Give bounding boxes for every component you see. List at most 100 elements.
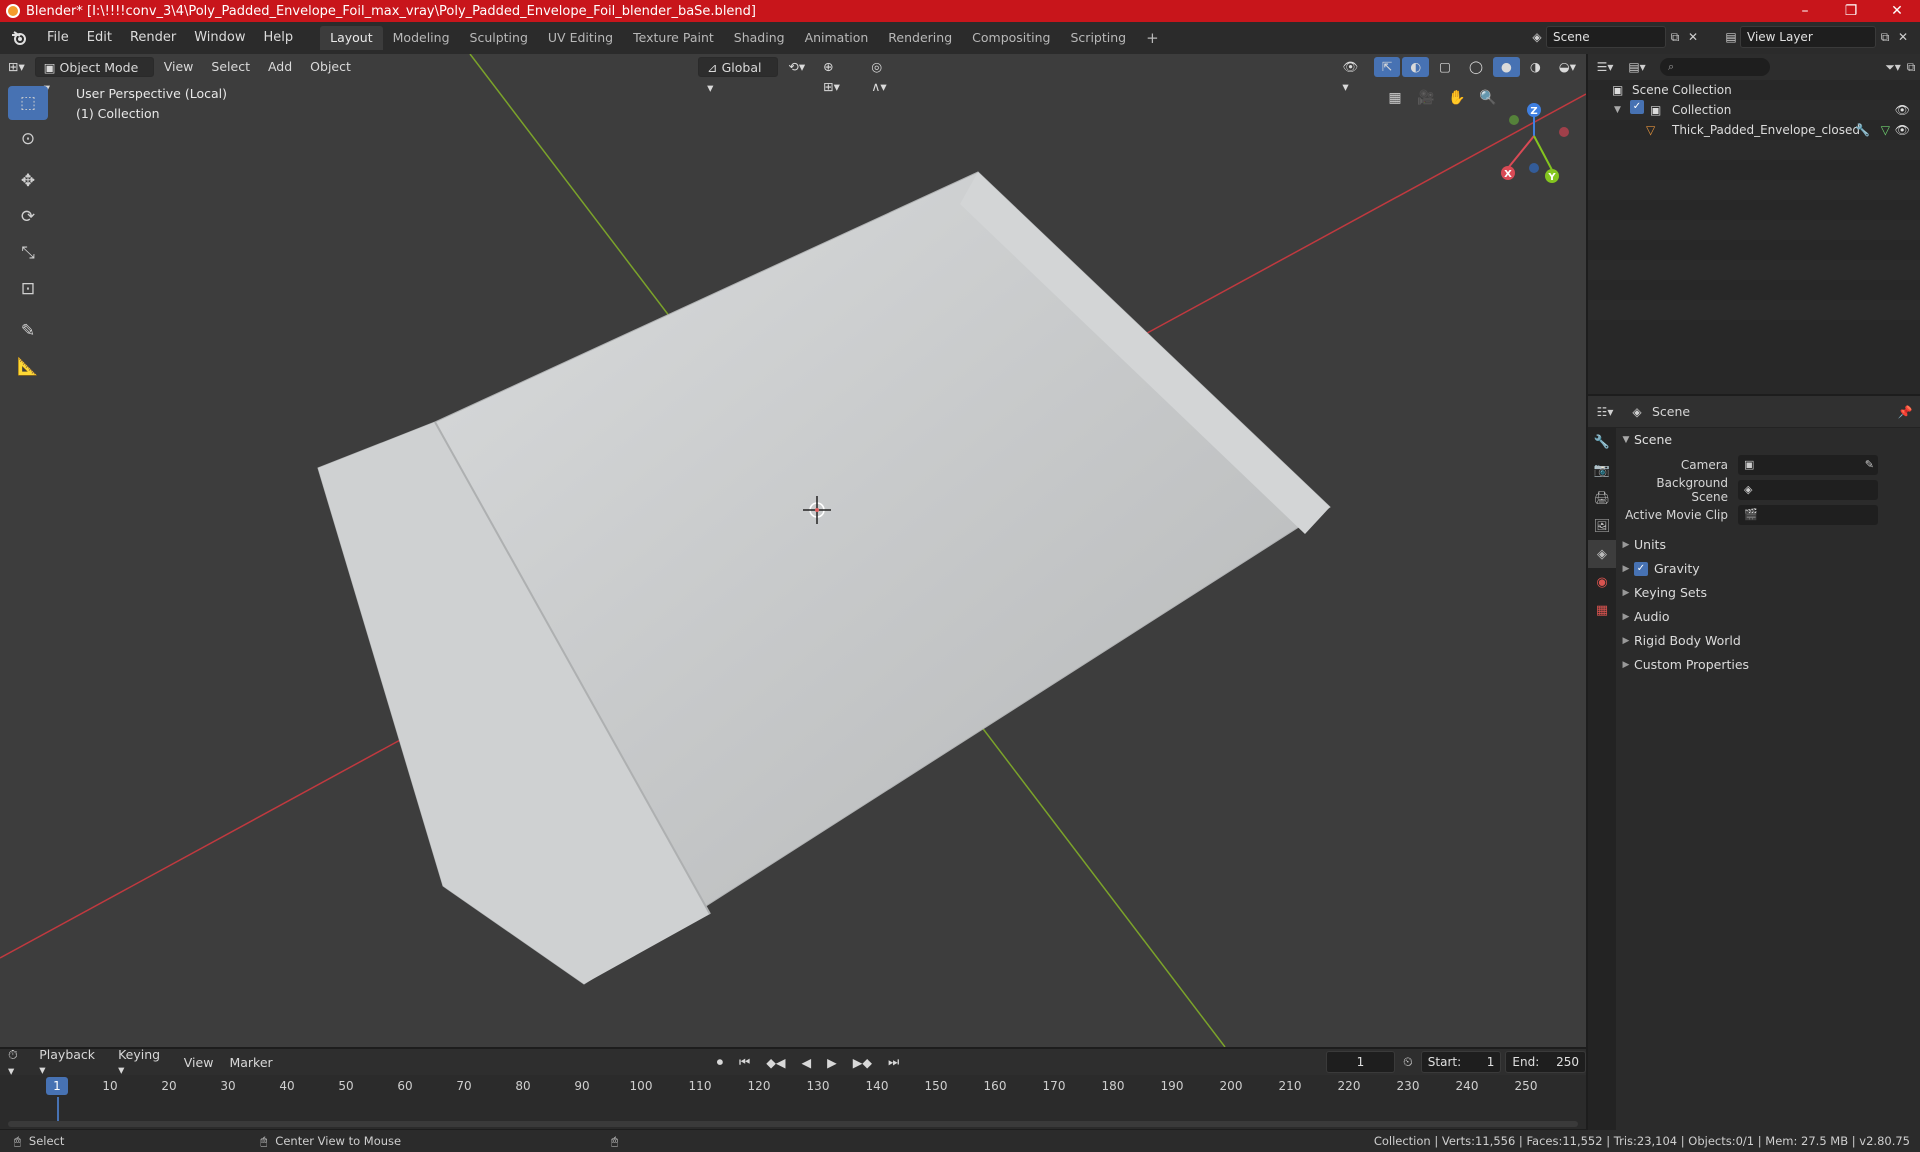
visibility-icon[interactable]: 👁▾ <box>1334 57 1371 94</box>
xray-toggle-icon[interactable]: ▢ <box>1431 57 1459 77</box>
transform-tool-icon[interactable]: ⊡ <box>8 272 48 306</box>
tab-uv-editing[interactable]: UV Editing <box>538 26 623 50</box>
next-keyframe-icon[interactable]: ▶◆ <box>845 1055 880 1070</box>
render-tab-icon[interactable]: 📷 <box>1588 456 1616 484</box>
menu-help[interactable]: Help <box>255 22 303 54</box>
scene-panel-header[interactable]: ▼ Scene <box>1618 428 1918 452</box>
menu-edit[interactable]: Edit <box>78 22 121 54</box>
timeline-menu-playback[interactable]: Playback ▾ <box>31 1047 110 1077</box>
tab-layout[interactable]: Layout <box>320 26 383 50</box>
snap-icon[interactable]: ⊕ ⊞▾ <box>815 57 861 94</box>
custom-properties-subpanel[interactable]: ▶ Custom Properties <box>1618 653 1918 677</box>
active-movie-clip-field[interactable]: 🎬 <box>1738 504 1878 525</box>
timeline-menu-marker[interactable]: Marker <box>221 1055 280 1070</box>
transform-orientation-dropdown[interactable]: ⊿ Global ▾ <box>698 57 779 95</box>
viewport-menu-view[interactable]: View <box>156 57 202 77</box>
camera-field[interactable]: ▣ ✎ <box>1738 454 1878 475</box>
outliner-row-object[interactable]: ▽ Thick_Padded_Envelope_closed 🔧 ▽ 👁 <box>1588 120 1920 140</box>
zoom-icon[interactable]: 🔍 <box>1474 84 1502 112</box>
gravity-subpanel[interactable]: ▶ ✓ Gravity <box>1618 557 1918 581</box>
timeline-menu-keying[interactable]: Keying ▾ <box>110 1047 176 1077</box>
scene-tab-icon[interactable]: ◈ <box>1588 540 1616 568</box>
playhead[interactable] <box>57 1097 59 1123</box>
timeline-editor[interactable]: ⏱▾ Playback ▾ Keying ▾ View Marker ⏺ ⏮ ◆… <box>0 1047 1586 1129</box>
camera-view-icon[interactable]: 🎥 <box>1412 84 1440 112</box>
rotate-tool-icon[interactable]: ⟳ <box>8 200 48 234</box>
tab-texture-paint[interactable]: Texture Paint <box>623 26 724 50</box>
rendered-shading-icon[interactable]: ◒▾ <box>1551 57 1584 77</box>
tab-shading[interactable]: Shading <box>724 26 795 50</box>
record-button-icon[interactable]: ⏺ <box>709 1054 731 1070</box>
modifier-wrench-icon[interactable]: 🔧 <box>1855 120 1870 140</box>
delete-scene-icon[interactable]: ✕ <box>1684 28 1702 46</box>
viewport-menu-select[interactable]: Select <box>203 57 258 77</box>
new-scene-icon[interactable]: ⧉ <box>1666 28 1684 46</box>
timeline-scrollbar[interactable] <box>8 1121 1578 1127</box>
select-box-tool-icon[interactable]: ⬚ <box>8 86 48 120</box>
properties-editor-type-icon[interactable]: ☷▾ <box>1596 403 1614 421</box>
pan-hand-icon[interactable]: ✋ <box>1443 84 1471 112</box>
3d-viewport[interactable]: Z X Y ⊞▾ ▣ Object Mode ▾ View Select Add… <box>0 54 1586 1047</box>
jump-start-icon[interactable]: ⏮ <box>731 1054 758 1070</box>
menu-window[interactable]: Window <box>185 22 254 54</box>
visibility-eye-icon[interactable]: 👁 <box>1895 100 1910 120</box>
mesh-data-icon[interactable]: ▽ <box>1881 120 1890 140</box>
current-frame-marker[interactable]: 1 <box>46 1077 68 1095</box>
collection-checkbox[interactable]: ✓ <box>1630 100 1644 114</box>
cursor-tool-icon[interactable]: ⊙ <box>8 122 48 156</box>
texture-tab-icon[interactable]: ▦ <box>1588 596 1616 624</box>
outliner-editor-type-icon[interactable]: ☰▾ <box>1596 58 1614 76</box>
timeline-editor-type-icon[interactable]: ⏱▾ <box>0 1047 31 1078</box>
wireframe-shading-icon[interactable]: ◯ <box>1461 57 1491 77</box>
menu-render[interactable]: Render <box>121 22 185 54</box>
units-subpanel[interactable]: ▶ Units <box>1618 533 1918 557</box>
tab-sculpting[interactable]: Sculpting <box>460 26 538 50</box>
prev-keyframe-icon[interactable]: ◆◀ <box>758 1055 793 1070</box>
overlay-toggle-icon[interactable]: ◐ <box>1402 57 1430 77</box>
blender-logo-icon[interactable] <box>8 27 30 49</box>
filter-icon[interactable]: ⏷▾ <box>1884 58 1902 76</box>
view-layer-name-field[interactable]: View Layer <box>1740 26 1876 48</box>
tab-animation[interactable]: Animation <box>795 26 879 50</box>
gravity-checkbox[interactable]: ✓ <box>1634 562 1648 576</box>
keying-sets-subpanel[interactable]: ▶ Keying Sets <box>1618 581 1918 605</box>
close-button[interactable]: ✕ <box>1874 0 1920 22</box>
world-tab-icon[interactable]: ◉ <box>1588 568 1616 596</box>
preview-range-icon[interactable]: ⏲ <box>1395 1054 1421 1070</box>
new-view-layer-icon[interactable]: ⧉ <box>1876 28 1894 46</box>
eyedropper-icon[interactable]: ✎ <box>1865 458 1874 471</box>
menu-file[interactable]: File <box>38 22 78 54</box>
display-mode-icon[interactable]: ▤▾ <box>1628 58 1646 76</box>
visibility-eye-icon[interactable]: 👁 <box>1895 120 1910 140</box>
scene-selector[interactable]: ◈ Scene ⧉ ✕ <box>1528 26 1708 48</box>
play-icon[interactable]: ▶ <box>819 1055 845 1070</box>
end-frame-field[interactable]: End: 250 <box>1505 1051 1586 1073</box>
view-layer-selector[interactable]: ▤ View Layer ⧉ ✕ <box>1722 26 1918 48</box>
maximize-button[interactable]: ❐ <box>1828 0 1874 22</box>
new-collection-icon[interactable]: ⧉ <box>1902 58 1920 76</box>
delete-view-layer-icon[interactable]: ✕ <box>1894 28 1912 46</box>
outliner-search-input[interactable]: ⌕ <box>1660 58 1770 76</box>
scale-tool-icon[interactable]: ⤡ <box>8 236 48 270</box>
scene-name-field[interactable]: Scene <box>1546 26 1666 48</box>
background-scene-field[interactable]: ◈ <box>1738 479 1878 500</box>
move-tool-icon[interactable]: ✥ <box>8 164 48 198</box>
gizmo-toggle-icon[interactable]: ⇱ <box>1373 57 1401 77</box>
add-workspace-button[interactable]: + <box>1136 26 1169 50</box>
annotate-tool-icon[interactable]: ✎ <box>8 314 48 348</box>
audio-subpanel[interactable]: ▶ Audio <box>1618 605 1918 629</box>
pivot-point-icon[interactable]: ⟲▾ <box>780 57 813 77</box>
output-tab-icon[interactable]: 🖨 <box>1588 484 1616 512</box>
minimize-button[interactable]: – <box>1782 0 1828 22</box>
proportional-edit-icon[interactable]: ◎ ∧▾ <box>863 57 908 94</box>
start-frame-field[interactable]: Start: 1 <box>1420 1051 1502 1073</box>
material-shading-icon[interactable]: ◑ <box>1522 57 1549 77</box>
solid-shading-icon[interactable]: ● <box>1492 57 1520 77</box>
editor-type-button[interactable]: ⊞▾ <box>0 57 33 77</box>
viewport-menu-add[interactable]: Add <box>260 57 300 77</box>
mode-dropdown[interactable]: ▣ Object Mode ▾ <box>34 57 154 95</box>
measure-tool-icon[interactable]: 📐 <box>8 350 48 384</box>
play-reverse-icon[interactable]: ◀ <box>794 1055 820 1070</box>
tool-tab-icon[interactable]: 🔧 <box>1588 428 1616 456</box>
timeline-ruler[interactable]: 1 10 20 30 40 50 60 70 80 90 100 110 120… <box>0 1077 1586 1097</box>
